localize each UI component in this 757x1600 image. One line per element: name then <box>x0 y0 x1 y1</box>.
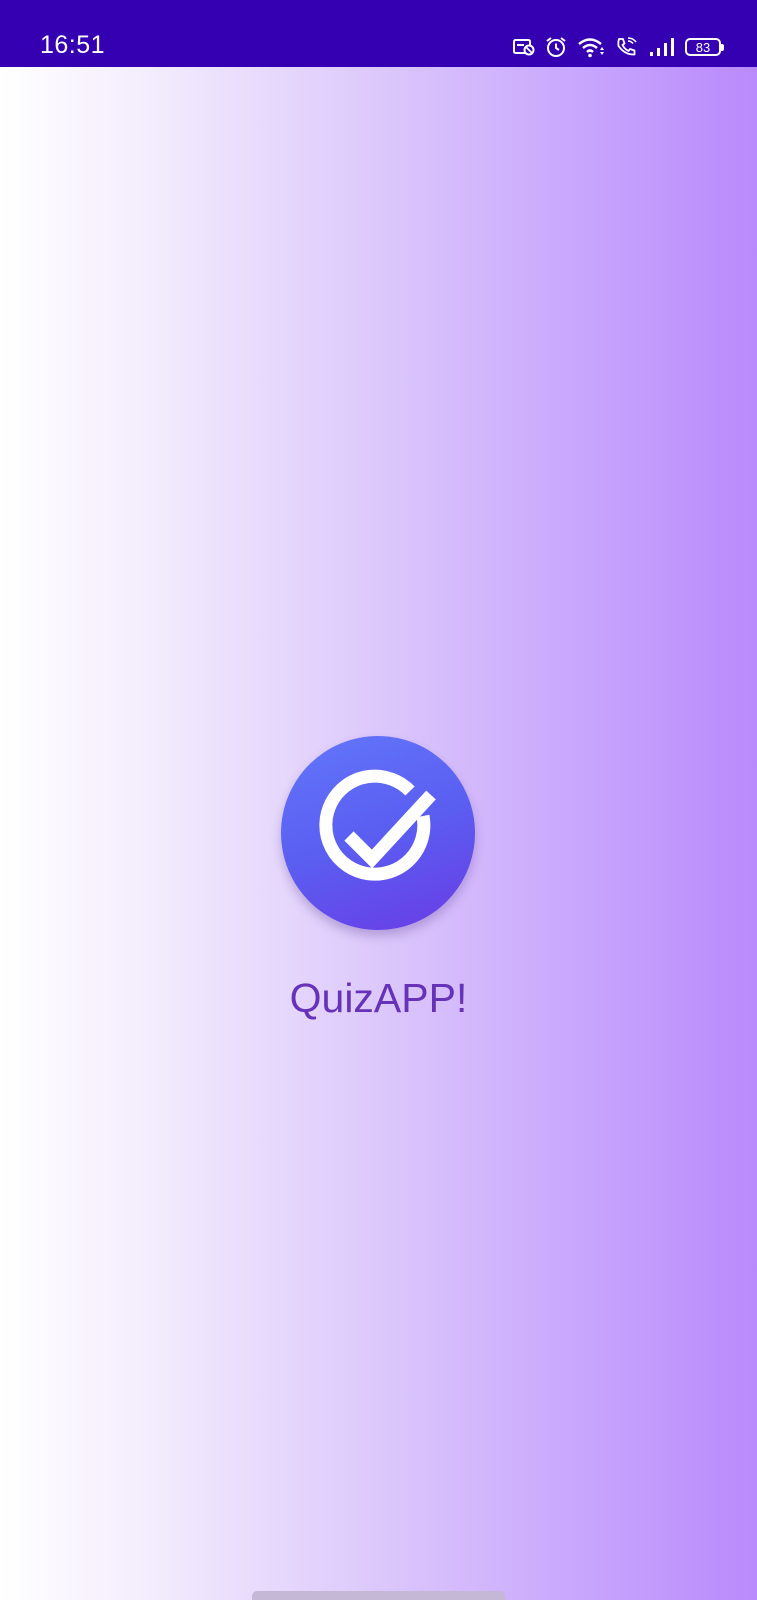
signal-icon <box>649 37 675 57</box>
splash-screen: 16:51 83 QuizAPP! <box>0 0 757 1600</box>
check-circle-icon <box>319 769 436 881</box>
alarm-icon <box>545 36 567 58</box>
app-logo <box>281 736 475 930</box>
wifi-call-icon <box>615 36 639 58</box>
status-bar: 16:51 83 <box>0 0 757 67</box>
battery-level: 83 <box>695 39 711 55</box>
battery-icon: 83 <box>685 38 724 56</box>
notification-icon <box>513 38 535 56</box>
status-time: 16:51 <box>40 31 106 59</box>
home-indicator[interactable] <box>252 1591 505 1600</box>
app-name-title: QuizAPP! <box>289 975 468 1021</box>
status-icons: 83 <box>513 33 724 61</box>
wifi-icon <box>577 36 605 58</box>
